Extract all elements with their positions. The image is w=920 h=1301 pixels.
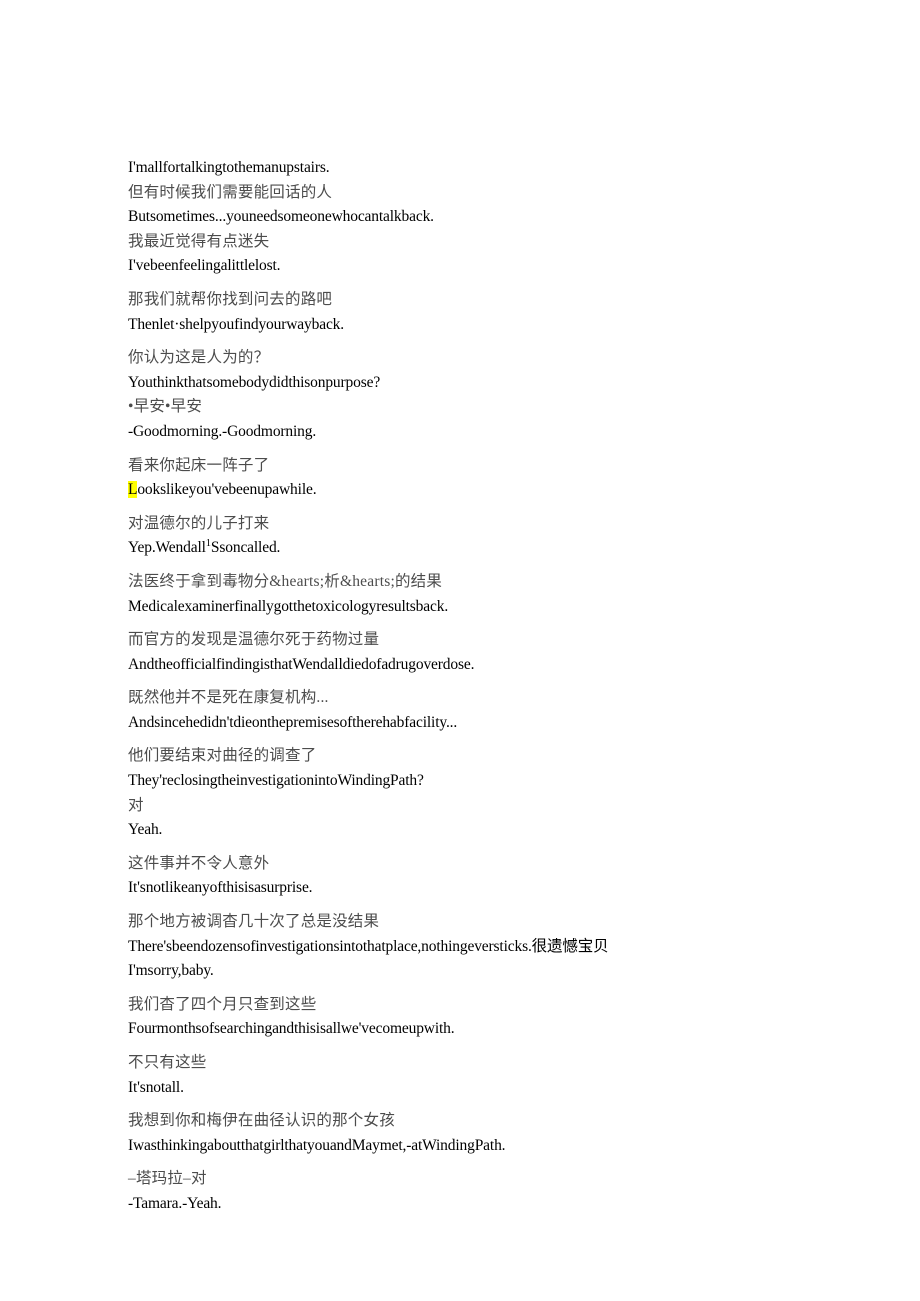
subtitle-line-zh: 这件事并不令人意外 [128,854,270,872]
subtitle-line-zh: 法医终于拿到毒物分&hearts;析&hearts;的结果 [128,572,443,590]
subtitle-line-en: Fourmonthsofsearchingandthisisallwe'veco… [128,1020,455,1038]
subtitle-line-zh: 对 [128,796,144,814]
subtitle-line-zh: 我们杳了四个月只查到这些 [128,995,317,1013]
subtitle-line-en: It'snotall. [128,1078,184,1096]
subtitle-line-en: They'reclosingtheinvestigationintoWindin… [128,772,424,790]
subtitle-line-en: Yeah. [128,821,163,839]
subtitle-line-text: Yep.Wendall [128,539,206,557]
subtitle-line-zh: 那我们就帮你找到问去的路吧 [128,290,333,308]
transcript-body: I'mallfortalkingtothemanupstairs. 但有时候我们需… [128,156,828,1217]
subtitle-line-en: Butsometimes...youneedsomeonewhocantalkb… [128,208,434,226]
subtitle-line-zh: 我想到你和梅伊在曲径认识的那个女孩 [128,1112,395,1130]
subtitle-line-en: Thenlet·shelpyoufindyourwayback. [128,315,345,333]
subtitle-line-zh: 我最近觉得有点迷失 [128,232,270,250]
subtitle-line-en: There'sbeendozensofinvestigationsintotha… [128,937,609,955]
subtitle-line-zh: 但有时候我们需要能回话的人 [128,183,333,201]
subtitle-line-zh: 他们要结束对曲径的调查了 [128,747,317,765]
subtitle-line-en: I'msorry,baby. [128,962,214,980]
subtitle-line-en: I'vebeenfeelingalittlelost. [128,257,281,275]
subtitle-line-zh: 你认为这是人为的？ [128,349,270,367]
subtitle-line-en: Medicalexaminerfinallygotthetoxicologyre… [128,597,449,615]
subtitle-line-en: -Tamara.-Yeah. [128,1194,222,1212]
subtitle-line-zh: 而官方的发现是温德尔死于药物过量 [128,631,380,649]
subtitle-line-zh: –塔玛拉–对 [128,1170,207,1188]
subtitle-line-en: I'mallfortalkingtothemanupstairs. [128,159,330,176]
subtitle-line-zh: 不只有这些 [128,1054,207,1071]
subtitle-line-zh: •早安•早安 [128,398,203,416]
subtitle-line-en: It'snotlikeanyofthisisasurprise. [128,879,313,897]
highlighted-character: L [128,481,138,499]
subtitle-line-text: ookslikeyou'vebeenupawhile. [137,481,317,499]
subtitle-line-en: AndtheofficialfindingisthatWendalldiedof… [128,655,475,673]
subtitle-line-zh: 既然他并不是死在康复机构... [128,689,329,707]
subtitle-line-text-tail: Ssoncalled. [210,539,281,557]
subtitle-line-en: Yep.Wendall1Ssoncalled. [128,536,828,561]
subtitle-line-zh: 对温德尔的儿子打来 [128,514,270,532]
subtitle-line-en: -Goodmorning.-Goodmorning. [128,422,317,440]
subtitle-line-en: Lookslikeyou'vebeenupawhile. [128,478,828,503]
subtitle-line-zh: 那个地方被调杳几十次了总是没结果 [128,913,380,931]
subtitle-line-en: IwasthinkingaboutthatgirlthatyouandMayme… [128,1136,506,1154]
document-page: I'mallfortalkingtothemanupstairs. 但有时候我们需… [0,0,920,1301]
subtitle-line-zh: 看来你起床一阵子了 [128,456,270,474]
subtitle-line-en: Andsincehedidn'tdieonthepremisesofthereh… [128,713,458,731]
subtitle-line-en: Youthinkthatsomebodydidthisonpurpose? [128,373,381,391]
